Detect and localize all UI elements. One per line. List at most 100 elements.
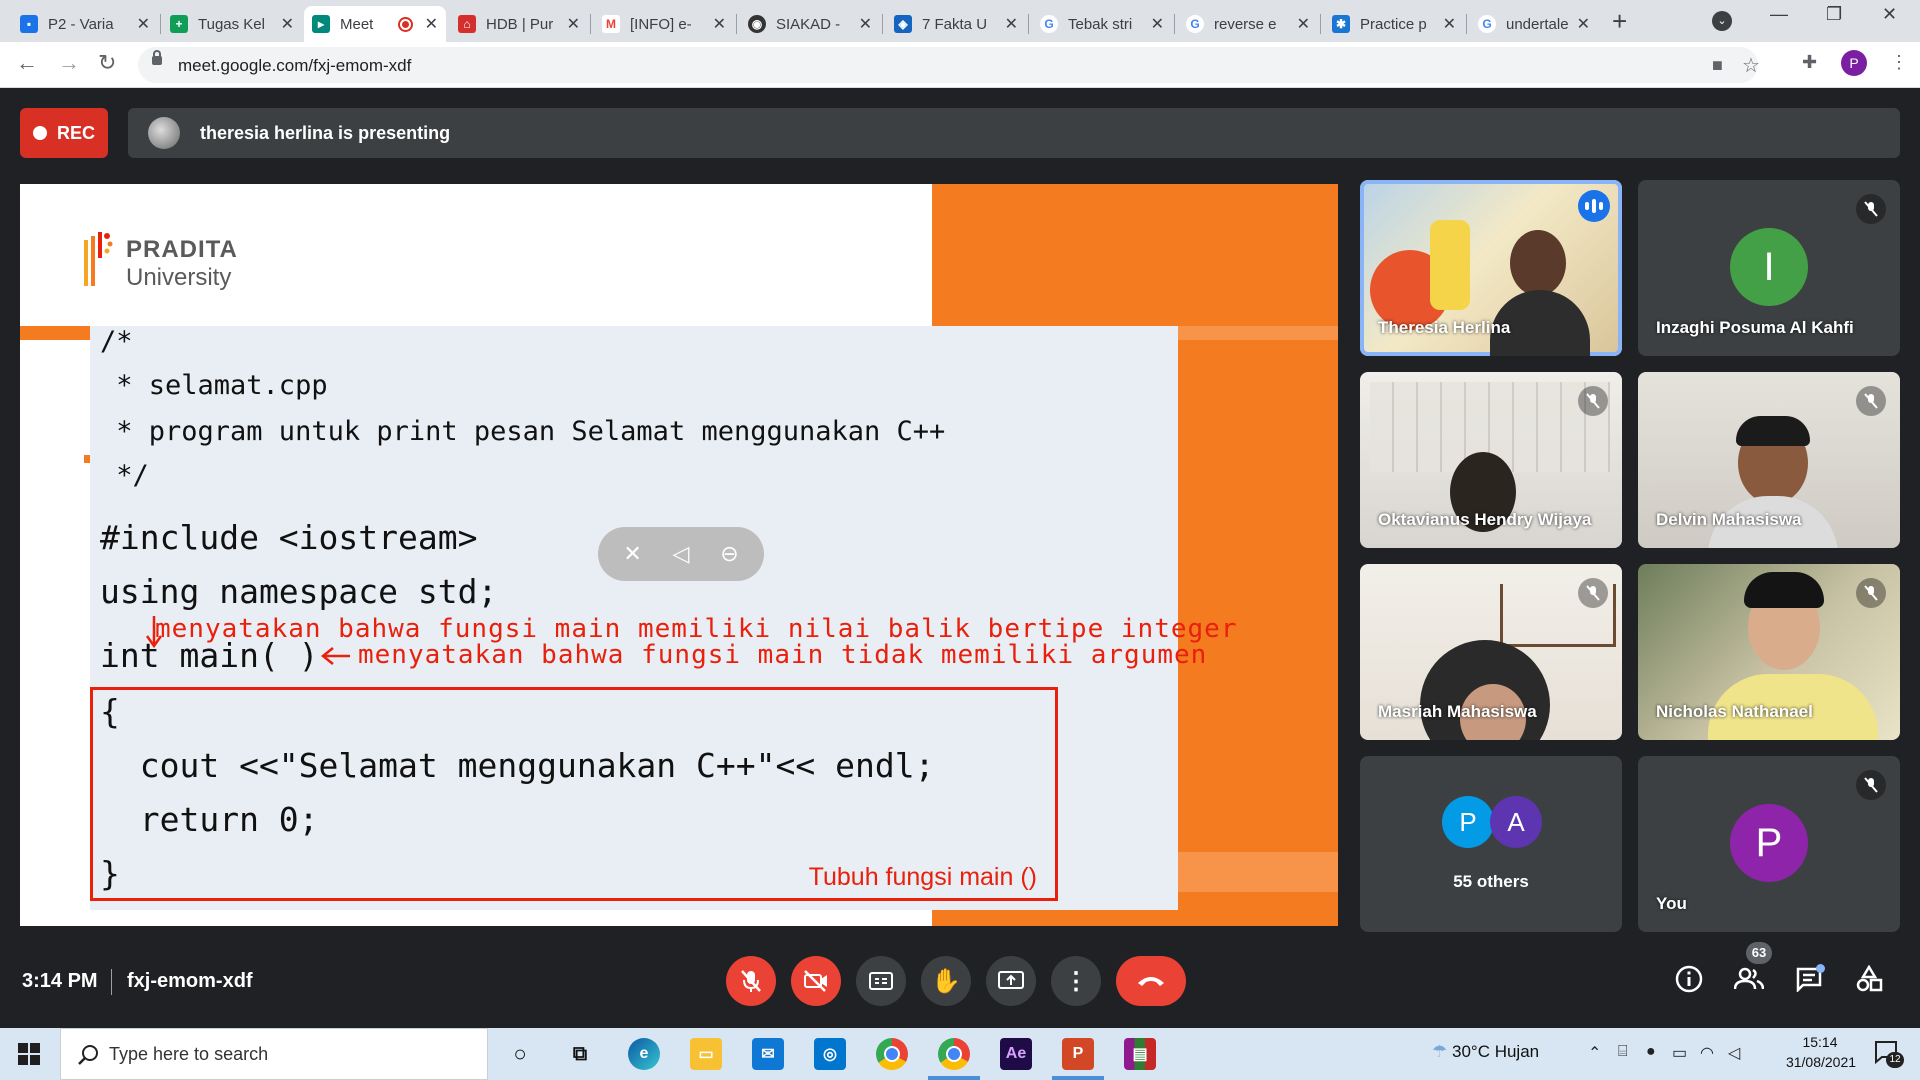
participant-tile[interactable]: Theresia Herlina (1360, 180, 1622, 356)
participant-tile[interactable]: Delvin Mahasiswa (1638, 372, 1900, 548)
windows-start-icon[interactable] (18, 1043, 40, 1065)
info-icon (1675, 965, 1703, 993)
tab-meet[interactable]: ▸ Meet ✕ (304, 6, 446, 42)
camera-icon[interactable]: ■ (1712, 55, 1723, 76)
chrome-profile-icon[interactable] (938, 1038, 970, 1070)
taskbar-search-box[interactable]: Type here to search (60, 1028, 488, 1080)
wifi-icon[interactable]: ◠ (1700, 1043, 1714, 1063)
file-explorer-icon[interactable]: ▭ (690, 1038, 722, 1070)
close-tab-icon[interactable]: ✕ (859, 14, 872, 34)
self-tile[interactable]: P You (1638, 756, 1900, 932)
people-count-badge: 63 (1746, 942, 1772, 964)
people-button[interactable] (1732, 962, 1766, 996)
winrar-icon[interactable]: ▤ (1124, 1038, 1156, 1070)
chrome-icon[interactable] (876, 1038, 908, 1070)
volume-icon[interactable]: ◁ (1728, 1043, 1740, 1063)
captions-icon (869, 972, 893, 990)
close-window-icon[interactable]: ✕ (1882, 4, 1897, 25)
code-line: /* (100, 326, 133, 357)
powerpoint-icon[interactable]: P (1062, 1038, 1094, 1070)
raise-hand-button[interactable]: ✋ (921, 956, 971, 1006)
camera-toggle-button[interactable] (791, 956, 841, 1006)
pin-icon[interactable]: ✕ (623, 541, 641, 567)
edge-icon[interactable]: e (628, 1038, 660, 1070)
minimize-icon[interactable]: — (1770, 4, 1788, 25)
shield-icon: ◈ (894, 15, 912, 33)
captions-button[interactable] (856, 956, 906, 1006)
mail-icon[interactable]: ✉ (752, 1038, 784, 1070)
chevron-up-icon[interactable]: ⌃ (1588, 1043, 1601, 1063)
battery-icon[interactable]: ▭ (1672, 1043, 1687, 1063)
participant-tile[interactable]: Masriah Mahasiswa (1360, 564, 1622, 740)
back-icon[interactable]: ← (16, 50, 38, 76)
task-view-icon[interactable]: ⧉ (564, 1038, 596, 1070)
participant-tile[interactable]: Nicholas Nathanael (1638, 564, 1900, 740)
system-time[interactable]: 15:14 (1790, 1034, 1850, 1050)
leave-call-button[interactable] (1116, 956, 1186, 1006)
active-app-indicator (1052, 1076, 1104, 1080)
star-icon[interactable]: ☆ (1742, 53, 1760, 78)
forward-icon[interactable]: → (58, 50, 80, 76)
tab-undertale[interactable]: G undertale ✕ (1470, 6, 1598, 42)
tab-separator (1028, 14, 1029, 34)
device-icon[interactable]: ⌸ (1618, 1043, 1628, 1061)
windows-taskbar: Type here to search ○ ⧉ e ▭ ✉ ◎ Ae P ▤ ☂… (0, 1028, 1920, 1080)
address-bar[interactable]: meet.google.com/fxj-emom-xdf ■ ☆ (138, 47, 1760, 83)
present-now-button[interactable] (986, 956, 1036, 1006)
participant-tile[interactable]: Oktavianus Hendry Wijaya (1360, 372, 1622, 548)
active-app-indicator (928, 1076, 980, 1080)
menu-icon[interactable]: ⋮ (1890, 52, 1908, 73)
participant-name: Masriah Mahasiswa (1378, 702, 1537, 721)
reload-icon[interactable]: ↻ (98, 50, 116, 76)
search-icon (78, 1045, 98, 1065)
practice-icon: ✱ (1332, 15, 1350, 33)
dell-icon[interactable]: ◎ (814, 1038, 846, 1070)
close-tab-icon[interactable]: ✕ (281, 14, 294, 34)
close-tab-icon[interactable]: ✕ (1297, 14, 1310, 34)
system-date[interactable]: 31/08/2021 (1766, 1054, 1876, 1070)
close-tab-icon[interactable]: ✕ (1577, 14, 1590, 34)
after-effects-icon[interactable]: Ae (1000, 1038, 1032, 1070)
presentation-banner: theresia herlina is presenting (128, 108, 1900, 158)
extensions-icon[interactable]: ✚ (1802, 52, 1817, 73)
weather-widget[interactable]: ☂ 30°C Hujan (1432, 1042, 1539, 1062)
tab-search-icon[interactable]: ⌄ (1712, 11, 1732, 31)
recording-badge[interactable]: REC (20, 108, 108, 158)
microphone-toggle-button[interactable] (726, 956, 776, 1006)
activities-button[interactable] (1852, 962, 1886, 996)
present-screen-icon (998, 971, 1024, 989)
meeting-details-button[interactable] (1672, 962, 1706, 996)
tab-practice[interactable]: ✱ Practice p ✕ (1324, 6, 1464, 42)
participant-tile[interactable]: I Inzaghi Posuma Al Kahfi (1638, 180, 1900, 356)
close-tab-icon[interactable]: ✕ (713, 14, 726, 34)
mute-audio-icon[interactable]: ◁ (673, 541, 690, 567)
tab-hdb[interactable]: ⌂ HDB | Pur ✕ (450, 6, 588, 42)
close-tab-icon[interactable]: ✕ (1443, 14, 1456, 34)
avatar: P (1730, 804, 1808, 882)
code-line: #include <iostream> (100, 518, 478, 557)
tab-separator (1466, 14, 1467, 34)
profile-avatar[interactable]: P (1841, 50, 1867, 76)
tab-p2-varia[interactable]: ▪ P2 - Varia ✕ (12, 6, 158, 42)
maximize-icon[interactable]: ❐ (1826, 4, 1842, 25)
close-tab-icon[interactable]: ✕ (1005, 14, 1018, 34)
url-text[interactable]: meet.google.com/fxj-emom-xdf (178, 56, 411, 76)
hand-icon: ✋ (931, 967, 961, 995)
tab-siakad[interactable]: ◉ SIAKAD - ✕ (740, 6, 880, 42)
tab-7-fakta[interactable]: ◈ 7 Fakta U ✕ (886, 6, 1026, 42)
microphone-tray-icon[interactable]: ● (1646, 1043, 1656, 1061)
cortana-icon[interactable]: ○ (504, 1038, 536, 1070)
more-options-button[interactable]: ⋮ (1051, 956, 1101, 1006)
close-tab-icon[interactable]: ✕ (567, 14, 580, 34)
close-tab-icon[interactable]: ✕ (137, 14, 150, 34)
tab-tugas-kel[interactable]: + Tugas Kel ✕ (162, 6, 302, 42)
tab-info-email[interactable]: M [INFO] e- ✕ (594, 6, 734, 42)
others-tile[interactable]: P A 55 others (1360, 756, 1622, 932)
remove-icon[interactable]: ⊖ (720, 541, 738, 567)
notification-center-icon[interactable]: 12 (1874, 1040, 1904, 1068)
tab-tebak-string[interactable]: G Tebak stri ✕ (1032, 6, 1172, 42)
tab-reverse[interactable]: G reverse e ✕ (1178, 6, 1318, 42)
close-tab-icon[interactable]: ✕ (1151, 14, 1164, 34)
close-tab-icon[interactable]: ✕ (425, 14, 438, 34)
new-tab-button[interactable]: + (1612, 6, 1627, 37)
